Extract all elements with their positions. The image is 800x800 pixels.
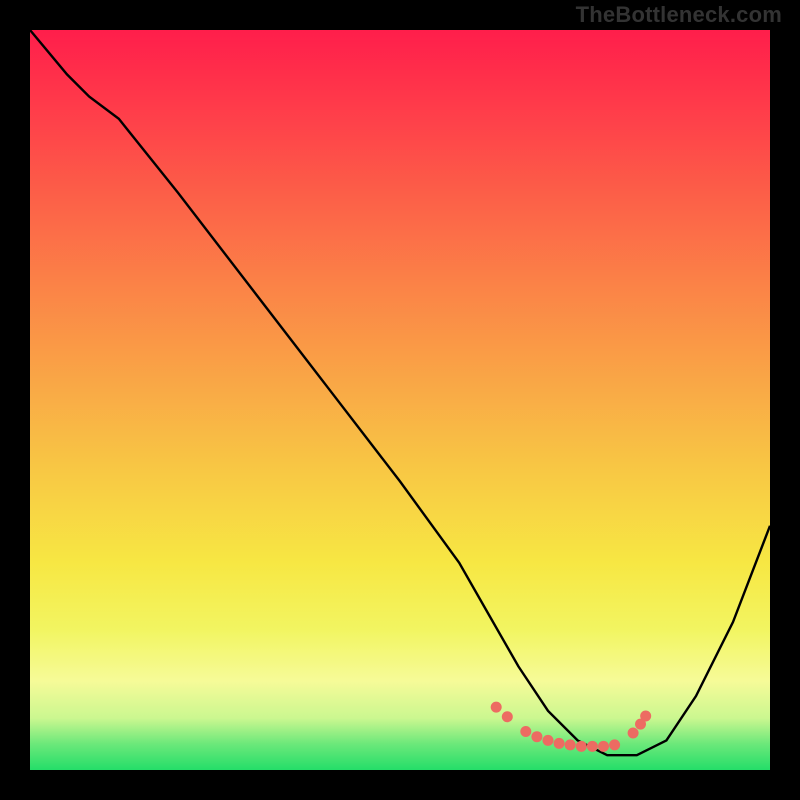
watermark-text: TheBottleneck.com: [576, 2, 782, 28]
data-marker: [576, 741, 587, 752]
data-marker: [554, 738, 565, 749]
data-marker: [640, 710, 651, 721]
chart-svg: [30, 30, 770, 770]
data-marker: [609, 739, 620, 750]
gradient-background: [30, 30, 770, 770]
data-marker: [543, 735, 554, 746]
plot-area: [30, 30, 770, 770]
data-marker: [598, 741, 609, 752]
data-marker: [531, 731, 542, 742]
chart-frame: TheBottleneck.com: [0, 0, 800, 800]
data-marker: [565, 739, 576, 750]
data-marker: [502, 711, 513, 722]
data-marker: [628, 728, 639, 739]
data-marker: [587, 741, 598, 752]
data-marker: [491, 702, 502, 713]
data-marker: [520, 726, 531, 737]
